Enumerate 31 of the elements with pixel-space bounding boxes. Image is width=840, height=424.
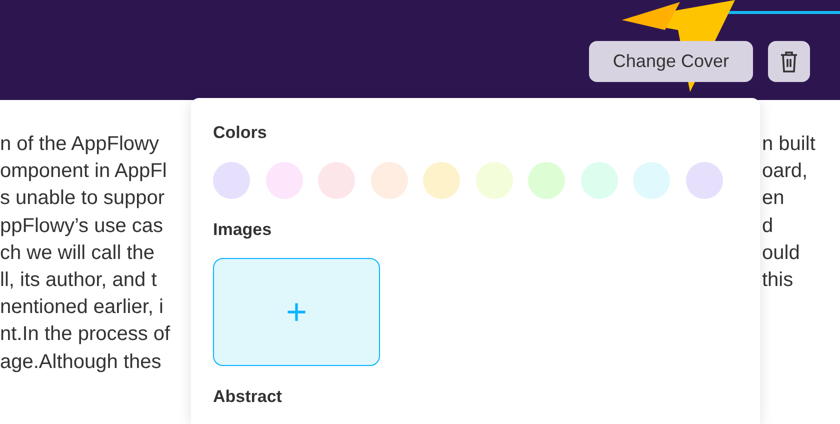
body-text: nentioned earlier, i [0, 296, 164, 318]
body-text: ould [762, 242, 800, 264]
color-swatch[interactable] [580, 162, 618, 198]
body-text: n of the AppFlowy [0, 133, 159, 155]
body-text: ll, its author, and t [0, 268, 157, 291]
trash-icon [780, 50, 798, 72]
body-text: nt.In the process of [0, 323, 170, 346]
delete-button[interactable] [768, 41, 810, 82]
body-text: n built [762, 133, 816, 155]
color-swatch[interactable] [423, 162, 460, 198]
body-text: ch we will call the [0, 242, 155, 264]
color-swatch[interactable] [213, 162, 250, 198]
body-text: ppFlowy’s use cas [0, 214, 164, 237]
body-text: d [762, 214, 774, 237]
color-swatch[interactable] [686, 162, 722, 198]
color-swatch[interactable] [528, 162, 565, 198]
section-title: Colors [213, 122, 268, 144]
body-text: age.Although thes [0, 350, 162, 372]
body-text: s unable to suppor [0, 187, 165, 210]
section-title: Abstract [213, 386, 283, 408]
change-cover-button[interactable]: Change Cover [588, 41, 753, 82]
body-text: omponent in AppFl [0, 160, 167, 182]
color-swatch[interactable] [370, 162, 408, 198]
color-swatch[interactable] [318, 162, 355, 198]
body-text: oard, [762, 160, 808, 182]
body-text: this [762, 268, 794, 291]
color-swatch[interactable] [266, 162, 302, 198]
color-swatch[interactable] [476, 162, 512, 198]
color-swatch[interactable] [633, 162, 670, 198]
section-title: Images [213, 218, 273, 241]
body-text: en [762, 187, 784, 210]
